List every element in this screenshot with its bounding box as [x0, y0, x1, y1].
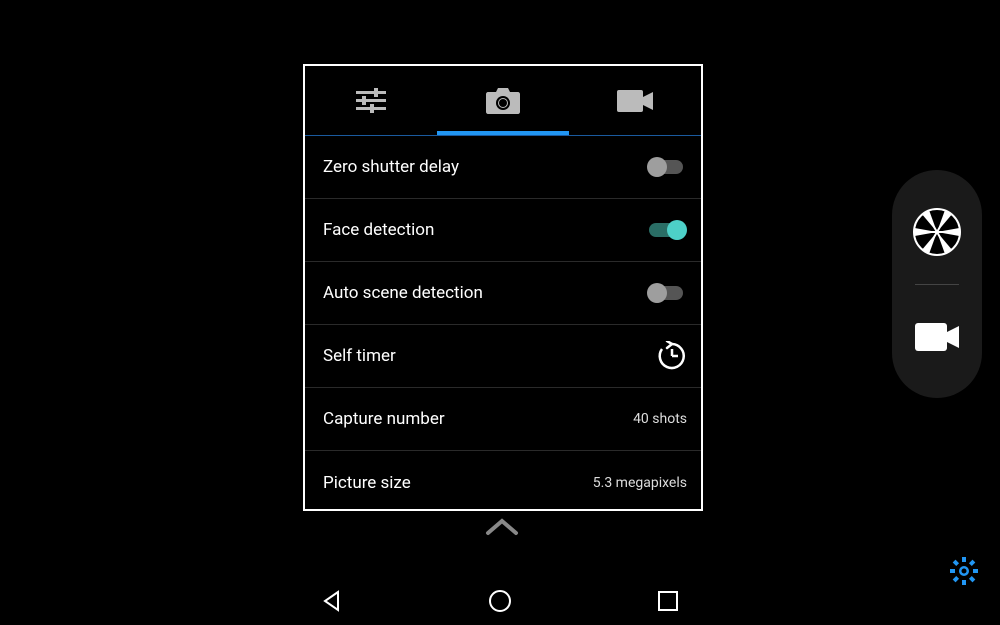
video-icon: [617, 90, 653, 112]
row-label: Picture size: [323, 473, 411, 493]
collapse-panel-button[interactable]: [484, 517, 520, 537]
nav-back-button[interactable]: [318, 587, 346, 615]
row-capture-number[interactable]: Capture number 40 shots: [305, 388, 701, 451]
row-label: Capture number: [323, 409, 445, 429]
home-icon: [488, 589, 512, 613]
camera-icon: [485, 86, 521, 116]
side-divider: [915, 284, 959, 285]
toggle-face-detection[interactable]: [647, 218, 687, 242]
toggle-knob: [667, 220, 687, 240]
tab-photo[interactable]: [437, 66, 569, 135]
aperture-icon: [913, 208, 961, 256]
tab-general[interactable]: [305, 66, 437, 135]
toggle-knob: [647, 157, 667, 177]
toggle-zero-shutter-delay[interactable]: [647, 155, 687, 179]
camera-mode-controls: [892, 170, 982, 398]
video-icon: [915, 323, 959, 351]
row-auto-scene-detection[interactable]: Auto scene detection: [305, 262, 701, 325]
row-label: Face detection: [323, 220, 434, 240]
row-picture-size[interactable]: Picture size 5.3 megapixels: [305, 451, 701, 509]
nav-recent-button[interactable]: [654, 587, 682, 615]
row-face-detection[interactable]: Face detection: [305, 199, 701, 262]
android-navbar: [0, 577, 1000, 625]
shutter-button[interactable]: [909, 204, 965, 260]
row-value: 5.3 megapixels: [593, 475, 687, 491]
tab-video[interactable]: [569, 66, 701, 135]
row-label: Self timer: [323, 346, 396, 366]
toggle-auto-scene-detection[interactable]: [647, 281, 687, 305]
camera-settings-panel: Zero shutter delay Face detection Auto s…: [303, 64, 703, 511]
timer-icon: [657, 341, 687, 371]
back-icon: [321, 590, 343, 612]
row-value: 40 shots: [633, 411, 687, 427]
row-label: Zero shutter delay: [323, 157, 459, 177]
settings-list: Zero shutter delay Face detection Auto s…: [305, 136, 701, 509]
tab-active-indicator: [437, 131, 569, 135]
chevron-up-icon: [484, 517, 520, 537]
recent-icon: [658, 591, 678, 611]
settings-tabs: [305, 66, 701, 136]
sliders-icon: [356, 88, 386, 114]
nav-home-button[interactable]: [486, 587, 514, 615]
toggle-knob: [647, 283, 667, 303]
row-self-timer[interactable]: Self timer: [305, 325, 701, 388]
video-mode-button[interactable]: [909, 309, 965, 365]
row-label: Auto scene detection: [323, 283, 483, 303]
row-zero-shutter-delay[interactable]: Zero shutter delay: [305, 136, 701, 199]
